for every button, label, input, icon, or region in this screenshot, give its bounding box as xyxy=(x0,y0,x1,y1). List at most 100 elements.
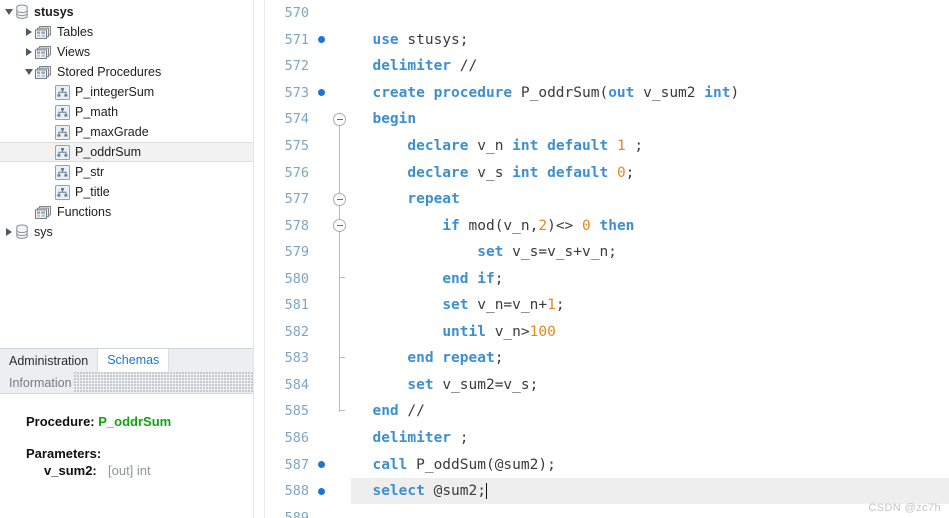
chevron-right-icon[interactable] xyxy=(22,42,35,62)
code-text-area[interactable] xyxy=(351,504,949,518)
code-text: if mod(v_n,2)<> 0 then xyxy=(442,217,635,234)
code-line[interactable]: 577 repeat xyxy=(265,185,949,213)
fold-gutter[interactable] xyxy=(329,238,351,266)
fold-gutter[interactable] xyxy=(329,106,351,133)
fold-gutter[interactable] xyxy=(329,425,351,452)
fold-end-marker xyxy=(339,345,345,359)
code-line[interactable]: 579 set v_s=v_s+v_n; xyxy=(265,238,949,266)
tab-administration[interactable]: Administration xyxy=(0,349,99,372)
code-line[interactable]: 570 xyxy=(265,0,949,27)
code-text-area[interactable]: until v_n>100 xyxy=(351,319,949,346)
tree-item-tables[interactable]: Tables xyxy=(0,22,253,42)
fold-gutter[interactable] xyxy=(329,451,351,478)
sql-code-editor[interactable]: 570 571 use stusys; 572 delimiter //573 cr… xyxy=(265,0,949,518)
code-text-area[interactable]: use stusys; xyxy=(351,27,949,54)
tree-item-p-maxgrade[interactable]: P_maxGrade xyxy=(0,122,253,142)
tree-item-p-oddrsum[interactable]: P_oddrSum xyxy=(0,142,253,162)
tree-item-functions[interactable]: Functions xyxy=(0,202,253,222)
mysql-workbench-window: stusys Tables Views Stored Procedures P_inte… xyxy=(0,0,949,518)
code-text-area[interactable]: begin xyxy=(351,106,949,133)
fold-gutter[interactable] xyxy=(329,27,351,54)
code-line[interactable]: 572 delimiter // xyxy=(265,53,949,80)
code-text-area[interactable]: call P_oddSum(@sum2); xyxy=(351,451,949,478)
fold-gutter[interactable] xyxy=(329,265,351,293)
fold-gutter[interactable] xyxy=(329,504,351,518)
code-line[interactable]: 580 end if; xyxy=(265,265,949,293)
code-line[interactable]: 588 select @sum2; xyxy=(265,477,949,505)
tree-item-stusys[interactable]: stusys xyxy=(0,2,253,22)
tree-item-p-title[interactable]: P_title xyxy=(0,182,253,202)
code-text: call P_oddSum(@sum2); xyxy=(372,456,556,473)
code-text-area[interactable]: set v_s=v_s+v_n; xyxy=(351,239,949,266)
fold-collapse-icon[interactable] xyxy=(333,219,346,233)
tab-schemas[interactable]: Schemas xyxy=(98,349,170,372)
code-text-area[interactable]: delimiter ; xyxy=(351,425,949,452)
code-line[interactable]: 575 declare v_n int default 1 ; xyxy=(265,132,949,160)
fold-gutter[interactable] xyxy=(329,292,351,319)
code-line[interactable]: 587 call P_oddSum(@sum2); xyxy=(265,451,949,478)
code-text-area[interactable]: if mod(v_n,2)<> 0 then xyxy=(351,212,949,239)
statement-dot-icon[interactable] xyxy=(317,461,325,469)
fold-guide-line xyxy=(339,371,340,399)
statement-dot-icon[interactable] xyxy=(317,487,325,495)
fold-gutter[interactable] xyxy=(329,53,351,80)
fold-gutter[interactable] xyxy=(329,159,351,186)
tree-item-p-str[interactable]: P_str xyxy=(0,162,253,182)
tree-item-sys[interactable]: sys xyxy=(0,222,253,242)
code-text-area[interactable]: end repeat; xyxy=(351,345,949,372)
code-text-area[interactable]: create procedure P_oddrSum(out v_sum2 in… xyxy=(351,80,949,107)
code-text-area[interactable]: end // xyxy=(351,398,949,425)
fold-gutter[interactable] xyxy=(329,0,351,27)
code-line[interactable]: 576 declare v_s int default 0; xyxy=(265,159,949,186)
chevron-down-icon[interactable] xyxy=(2,2,15,22)
fold-collapse-icon[interactable] xyxy=(333,113,346,127)
code-line[interactable]: 574 begin xyxy=(265,106,949,133)
code-line[interactable]: 589 xyxy=(265,504,949,518)
code-text-area[interactable]: select @sum2; xyxy=(351,477,949,505)
statement-dot-icon[interactable] xyxy=(317,36,325,44)
fold-gutter[interactable] xyxy=(329,371,351,399)
fold-gutter[interactable] xyxy=(329,80,351,107)
schema-tree[interactable]: stusys Tables Views Stored Procedures P_inte… xyxy=(0,0,253,348)
code-line[interactable]: 586 delimiter ; xyxy=(265,425,949,452)
code-text-area[interactable]: set v_n=v_n+1; xyxy=(351,292,949,319)
code-line[interactable]: 581 set v_n=v_n+1; xyxy=(265,292,949,319)
code-line[interactable]: 573 create procedure P_oddrSum(out v_sum… xyxy=(265,80,949,107)
code-line[interactable]: 571 use stusys; xyxy=(265,27,949,54)
tree-item-views[interactable]: Views xyxy=(0,42,253,62)
code-line[interactable]: 585 end // xyxy=(265,398,949,425)
fold-gutter[interactable] xyxy=(329,185,351,213)
fold-collapse-icon[interactable] xyxy=(333,192,346,206)
tree-item-p-math[interactable]: P_math xyxy=(0,102,253,122)
tree-item-label: P_math xyxy=(75,105,119,119)
code-line[interactable]: 583 end repeat; xyxy=(265,345,949,372)
code-text-area[interactable]: set v_sum2=v_s; xyxy=(351,372,949,399)
statement-dot-icon[interactable] xyxy=(317,89,325,97)
fold-gutter[interactable] xyxy=(329,212,351,239)
fold-gutter[interactable] xyxy=(329,345,351,372)
code-line[interactable]: 578 if mod(v_n,2)<> 0 then xyxy=(265,212,949,239)
panel-splitter[interactable] xyxy=(253,0,265,518)
chevron-down-icon[interactable] xyxy=(22,62,35,82)
procedure-label: Procedure: xyxy=(26,414,95,429)
line-number: 582 xyxy=(284,323,309,340)
code-text-area[interactable]: end if; xyxy=(351,265,949,292)
code-text-area[interactable] xyxy=(351,0,949,27)
tree-item-stored-procedures[interactable]: Stored Procedures xyxy=(0,62,253,82)
code-text-area[interactable]: declare v_n int default 1 ; xyxy=(351,133,949,160)
line-number: 576 xyxy=(284,164,309,181)
code-text-area[interactable]: repeat xyxy=(351,186,949,213)
fold-gutter[interactable] xyxy=(329,132,351,160)
code-line[interactable]: 584 set v_sum2=v_s; xyxy=(265,371,949,399)
tree-item-label: Stored Procedures xyxy=(57,65,162,79)
fold-gutter[interactable] xyxy=(329,398,351,425)
fold-gutter[interactable] xyxy=(329,318,351,346)
chevron-right-icon[interactable] xyxy=(22,22,35,42)
chevron-right-icon[interactable] xyxy=(2,222,15,242)
fold-gutter[interactable] xyxy=(329,478,351,505)
code-text-area[interactable]: delimiter // xyxy=(351,53,949,80)
code-line[interactable]: 582 until v_n>100 xyxy=(265,318,949,346)
code-text-area[interactable]: declare v_s int default 0; xyxy=(351,159,949,186)
tree-item-label: sys xyxy=(34,225,53,239)
tree-item-p-integersum[interactable]: P_integerSum xyxy=(0,82,253,102)
